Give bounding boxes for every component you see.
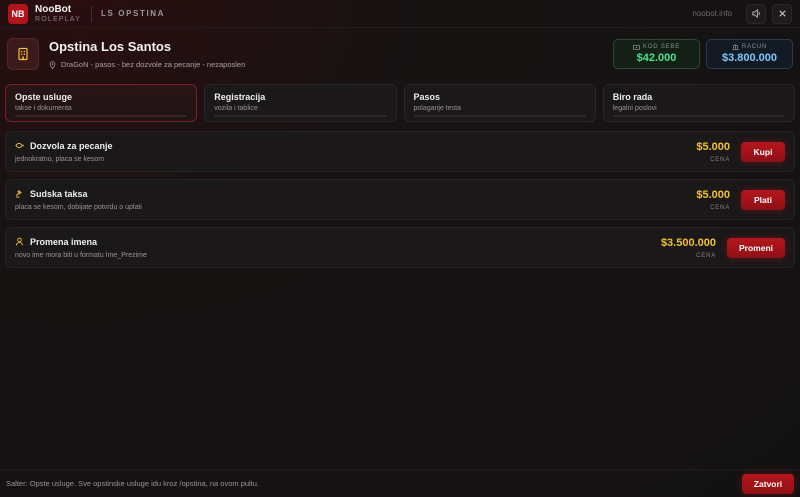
gavel-icon	[15, 189, 22, 198]
tab-indicator	[15, 115, 188, 117]
cash-box: KOD SEBE $42.000	[613, 39, 700, 69]
sound-button[interactable]	[746, 3, 766, 24]
brand-name: NooBot	[35, 3, 72, 15]
player-status: DraGoN - pasos - bez dozvole za pecanje …	[49, 60, 245, 69]
cash-label: KOD SEBE	[642, 44, 681, 50]
service-row-name-change: Promena imena novo ime mora biti u forma…	[5, 227, 795, 268]
tab-subtitle: vozila i tablice	[214, 105, 258, 112]
brand-subtitle: ROLEPLAY	[35, 15, 82, 23]
service-title: Sudska taksa	[30, 188, 88, 199]
building-icon-box	[7, 38, 39, 70]
money-panel: KOD SEBE $42.000 RACUN $3.800.000	[613, 39, 793, 69]
footer-bar: Salter: Opste usluge. Sve opstinske uslu…	[0, 469, 800, 497]
service-description: novo ime mora biti u formatu Ime_Prezime	[15, 251, 147, 259]
service-tabs: Opste usluge takse i dokumenta Registrac…	[5, 84, 795, 122]
site-link: noobot.info	[692, 9, 732, 18]
price-label: CENA	[696, 252, 716, 259]
bank-label: RACUN	[741, 44, 768, 50]
service-description: placa se kesom, dobijate potvrdu o uplat…	[15, 203, 142, 211]
service-list: Dozvola za pecanje jednokratno, placa se…	[5, 131, 795, 275]
tab-pasos[interactable]: Pasos polaganje testa	[403, 84, 596, 122]
bank-icon	[732, 44, 739, 50]
tab-subtitle: takse i dokumenta	[15, 105, 72, 112]
close-window-button[interactable]	[772, 3, 792, 24]
bank-value: $3.800.000	[721, 52, 778, 64]
tab-indicator	[214, 115, 387, 117]
tab-opste-usluge[interactable]: Opste usluge takse i dokumenta	[5, 84, 198, 122]
service-price: $5.000	[696, 140, 730, 153]
tab-label: Registracija	[214, 92, 266, 102]
tab-indicator	[413, 115, 586, 117]
tab-subtitle: polaganje testa	[413, 105, 461, 112]
user-icon	[15, 237, 24, 246]
cash-value: $42.000	[636, 52, 677, 64]
divider	[91, 5, 93, 22]
close-button[interactable]: Zatvori	[742, 473, 794, 494]
speaker-icon	[751, 8, 760, 19]
change-name-button[interactable]: Promeni	[727, 237, 785, 258]
tab-label: Biro rada	[612, 92, 653, 102]
page-title: Opstina Los Santos	[49, 39, 172, 54]
top-bar: NB NooBot ROLEPLAY LS OPSTINA noobot.inf…	[0, 0, 800, 28]
cash-icon	[633, 44, 640, 50]
player-status-text: DraGoN - pasos - bez dozvole za pecanje …	[61, 60, 246, 69]
page-header: Opstina Los Santos DraGoN - pasos - bez …	[7, 37, 793, 71]
service-price: $3.500.000	[660, 236, 716, 249]
tab-subtitle: legalni poslovi	[612, 105, 657, 112]
building-icon	[18, 47, 28, 61]
price-label: CENA	[710, 204, 730, 211]
tab-registracija[interactable]: Registracija vozila i tablice	[204, 84, 397, 122]
section-title: LS OPSTINA	[101, 9, 166, 18]
price-label: CENA	[710, 156, 730, 163]
bank-box: RACUN $3.800.000	[706, 39, 793, 69]
service-row-court-fee: Sudska taksa placa se kesom, dobijate po…	[5, 179, 795, 220]
service-title: Dozvola za pecanje	[30, 140, 113, 151]
tab-label: Opste usluge	[15, 92, 73, 102]
tab-label: Pasos	[413, 92, 441, 102]
brand: NooBot ROLEPLAY	[35, 3, 82, 23]
top-right-controls: noobot.info	[692, 3, 792, 24]
close-icon	[778, 10, 786, 17]
service-row-fishing-license: Dozvola za pecanje jednokratno, placa se…	[5, 131, 795, 172]
tab-indicator	[612, 115, 785, 117]
service-title: Promena imena	[30, 236, 98, 247]
location-pin-icon	[49, 60, 56, 69]
buy-button[interactable]: Kupi	[741, 141, 785, 162]
footer-info: Salter: Opste usluge. Sve opstinske uslu…	[6, 479, 260, 488]
fish-icon	[15, 143, 24, 148]
brand-logo: NB	[8, 3, 28, 24]
tab-biro-rada[interactable]: Biro rada legalni poslovi	[602, 84, 795, 122]
service-price: $5.000	[696, 188, 730, 201]
service-description: jednokratno, placa se kesom	[15, 155, 105, 163]
pay-button[interactable]: Plati	[741, 189, 785, 210]
